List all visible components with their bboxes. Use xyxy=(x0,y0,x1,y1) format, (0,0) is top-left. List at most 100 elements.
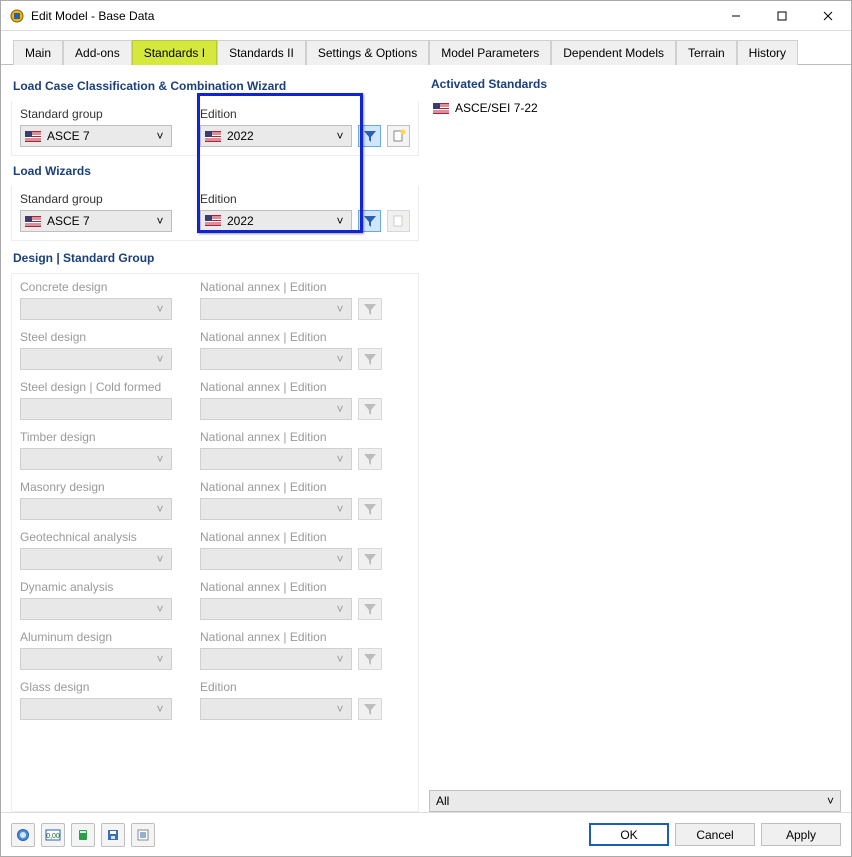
combo-design-standard: ˅ xyxy=(20,348,172,370)
filter-icon xyxy=(363,652,377,666)
filter-icon xyxy=(363,302,377,316)
design-row-label: Geotechnical analysis xyxy=(20,530,172,548)
tab-strip: Main Add-ons Standards I Standards II Se… xyxy=(1,31,851,65)
combo-loadwiz-standard[interactable]: ASCE 7 ˅ xyxy=(20,210,172,232)
chevron-down-icon: ˅ xyxy=(333,702,347,716)
chevron-down-icon: ˅ xyxy=(153,652,167,666)
design-row: Steel design | Cold formed National anne… xyxy=(20,380,410,420)
app-icon xyxy=(9,8,25,24)
filter-button-loadcase[interactable] xyxy=(358,125,381,147)
chevron-down-icon: ˅ xyxy=(153,552,167,566)
tab-addons[interactable]: Add-ons xyxy=(63,40,132,65)
panel-loadcase: Standard group ASCE 7 ˅ Edition 2022 ˅ xyxy=(11,101,419,156)
footer: 0,00 OK Cancel Apply xyxy=(1,812,851,856)
design-row: Masonry design ˅ National annex | Editio… xyxy=(20,480,410,520)
chevron-down-icon: ˅ xyxy=(333,552,347,566)
combo-design-edition: ˅ xyxy=(200,448,352,470)
calc-button[interactable] xyxy=(71,823,95,847)
combo-filter-all[interactable]: All ˅ xyxy=(429,790,841,812)
save-button[interactable] xyxy=(101,823,125,847)
cancel-button[interactable]: Cancel xyxy=(675,823,755,846)
calc-icon xyxy=(76,828,90,842)
window: Edit Model - Base Data Main Add-ons Stan… xyxy=(0,0,852,857)
design-row: Glass design ˅ Edition ˅ xyxy=(20,680,410,720)
tab-standards-1[interactable]: Standards I xyxy=(132,40,217,65)
window-title: Edit Model - Base Data xyxy=(31,9,713,23)
chevron-down-icon: ˅ xyxy=(333,602,347,616)
design-row-label: Masonry design xyxy=(20,480,172,498)
chevron-down-icon: ˅ xyxy=(333,652,347,666)
chevron-down-icon: ˅ xyxy=(153,502,167,516)
activated-item[interactable]: ASCE/SEI 7-22 xyxy=(429,99,841,117)
tab-standards-2[interactable]: Standards II xyxy=(217,40,306,65)
close-button[interactable] xyxy=(805,1,851,30)
combo-design-standard: ˅ xyxy=(20,698,172,720)
chevron-down-icon: ˅ xyxy=(333,352,347,366)
chevron-down-icon: ˅ xyxy=(153,352,167,366)
combo-design-edition: ˅ xyxy=(200,498,352,520)
combo-loadwiz-edition[interactable]: 2022 ˅ xyxy=(200,210,352,232)
filter-icon xyxy=(363,129,377,143)
design-row-label: Glass design xyxy=(20,680,172,698)
combo-design-edition: ˅ xyxy=(200,298,352,320)
tab-main[interactable]: Main xyxy=(13,40,63,65)
design-row: Concrete design ˅ National annex | Editi… xyxy=(20,280,410,320)
combo-design-standard: ˅ xyxy=(20,598,172,620)
combo-design-edition: ˅ xyxy=(200,648,352,670)
combo-filter-all-value: All xyxy=(436,794,827,808)
tab-settings-options[interactable]: Settings & Options xyxy=(306,40,429,65)
apply-button[interactable]: Apply xyxy=(761,823,841,846)
chevron-down-icon: ˅ xyxy=(333,129,347,143)
chevron-down-icon: ˅ xyxy=(153,602,167,616)
combo-design-standard: ˅ xyxy=(20,648,172,670)
help-icon xyxy=(16,828,30,842)
design-row-label: Timber design xyxy=(20,430,172,448)
design-row: Steel design ˅ National annex | Edition … xyxy=(20,330,410,370)
maximize-button[interactable] xyxy=(759,1,805,30)
list-button[interactable] xyxy=(131,823,155,847)
right-column: Activated Standards ASCE/SEI 7-22 All ˅ xyxy=(429,75,841,812)
combo-loadcase-edition[interactable]: 2022 ˅ xyxy=(200,125,352,147)
help-button[interactable] xyxy=(11,823,35,847)
label-standard-group: Standard group xyxy=(20,107,172,125)
combo-design-standard xyxy=(20,398,172,420)
tab-terrain[interactable]: Terrain xyxy=(676,40,737,65)
chevron-down-icon: ˅ xyxy=(827,794,834,808)
new-icon xyxy=(392,214,406,228)
ok-button[interactable]: OK xyxy=(589,823,669,846)
save-icon xyxy=(106,828,120,842)
new-button-loadcase[interactable] xyxy=(387,125,410,147)
flag-us-icon xyxy=(25,216,41,227)
filter-button-design xyxy=(358,398,382,420)
design-row-annex-label: National annex | Edition xyxy=(200,430,352,448)
design-row-annex-label: Edition xyxy=(200,680,352,698)
filter-button-design xyxy=(358,448,382,470)
panel-design: Concrete design ˅ National annex | Editi… xyxy=(11,273,419,812)
filter-button-design xyxy=(358,648,382,670)
activated-list: ASCE/SEI 7-22 xyxy=(429,99,841,786)
units-button[interactable]: 0,00 xyxy=(41,823,65,847)
minimize-button[interactable] xyxy=(713,1,759,30)
flag-us-icon xyxy=(433,103,449,114)
chevron-down-icon: ˅ xyxy=(333,302,347,316)
combo-loadcase-standard-value: ASCE 7 xyxy=(47,129,153,143)
section-activated-title: Activated Standards xyxy=(429,75,841,99)
tab-dependent-models[interactable]: Dependent Models xyxy=(551,40,676,65)
design-row-annex-label: National annex | Edition xyxy=(200,580,352,598)
tab-model-parameters[interactable]: Model Parameters xyxy=(429,40,551,65)
combo-loadcase-standard[interactable]: ASCE 7 ˅ xyxy=(20,125,172,147)
filter-button-design xyxy=(358,298,382,320)
tab-history[interactable]: History xyxy=(737,40,798,65)
flag-us-icon xyxy=(205,215,221,226)
design-row-annex-label: National annex | Edition xyxy=(200,480,352,498)
left-column: Load Case Classification & Combination W… xyxy=(11,75,419,812)
list-icon xyxy=(136,828,150,842)
combo-design-standard: ˅ xyxy=(20,498,172,520)
chevron-down-icon: ˅ xyxy=(333,502,347,516)
chevron-down-icon: ˅ xyxy=(153,214,167,228)
filter-button-design xyxy=(358,498,382,520)
filter-button-design xyxy=(358,598,382,620)
filter-button-loadwiz[interactable] xyxy=(358,210,381,232)
label-edition-2: Edition xyxy=(200,192,352,210)
combo-design-edition: ˅ xyxy=(200,398,352,420)
